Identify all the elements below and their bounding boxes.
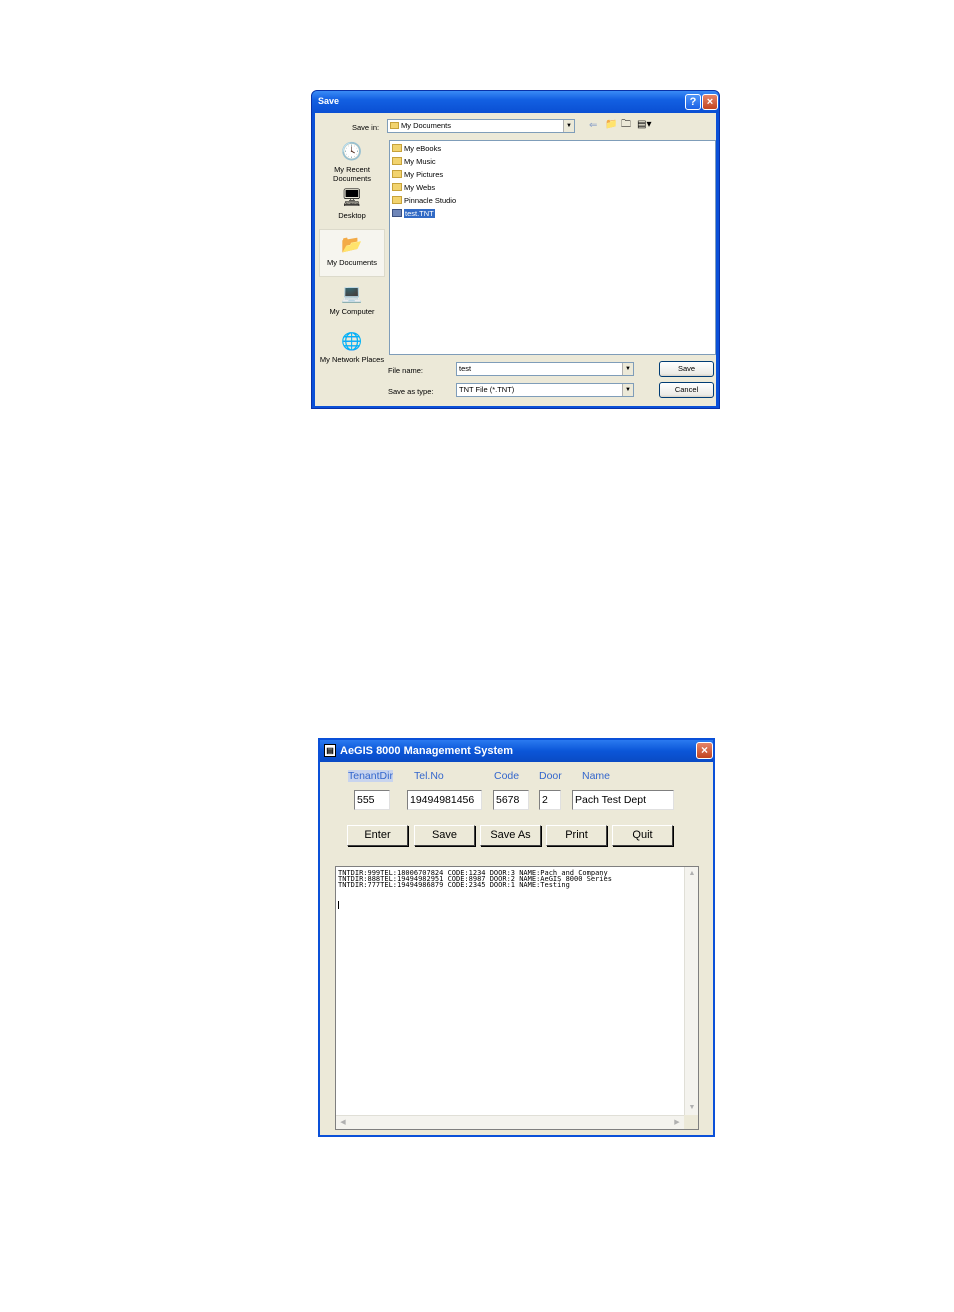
close-icon: × xyxy=(706,96,714,108)
code-input[interactable]: 5678 xyxy=(493,790,529,810)
door-input[interactable]: 2 xyxy=(539,790,561,810)
back-arrow-icon[interactable]: ⇐ xyxy=(589,121,597,131)
folder-icon xyxy=(392,183,402,191)
log-line: TNTDIR:777TEL:19494986879 CODE:2345 DOOR… xyxy=(338,881,570,889)
desktop-icon: 🖥 xyxy=(341,188,363,207)
save-dialog-body: Save in: My Documents ▼ ⇐ 📁 🗀 ▤▾ 🕓 My Re… xyxy=(315,113,716,406)
list-item[interactable]: My eBooks xyxy=(392,143,441,154)
log-textarea[interactable]: TNTDIR:999TEL:18006707824 CODE:1234 DOOR… xyxy=(335,866,699,1130)
folder-icon xyxy=(390,122,399,129)
quit-button[interactable]: Quit xyxy=(612,825,673,846)
list-item[interactable]: My Webs xyxy=(392,182,435,193)
cancel-button[interactable]: Cancel xyxy=(659,382,714,398)
file-icon xyxy=(392,209,402,217)
tenant-dir-input[interactable]: 555 xyxy=(354,790,390,810)
place-my-documents[interactable]: 📂 My Documents xyxy=(319,229,385,277)
list-item[interactable]: Pinnacle Studio xyxy=(392,195,456,206)
close-button[interactable]: × xyxy=(702,94,718,110)
aegis-window: ▤ AeGIS 8000 Management System × TenantD… xyxy=(318,738,715,1137)
recent-documents-icon: 🕓 xyxy=(341,142,363,161)
scroll-right-icon[interactable]: ▶ xyxy=(670,1116,684,1130)
save-dialog-title: Save xyxy=(318,96,340,106)
place-my-network-places[interactable]: 🌐 My Network Places xyxy=(319,331,385,364)
enter-button[interactable]: Enter xyxy=(347,825,408,846)
chevron-down-icon[interactable]: ▼ xyxy=(622,363,633,375)
save-in-label: Save in: xyxy=(352,123,380,132)
save-button[interactable]: Save xyxy=(659,361,714,377)
place-desktop[interactable]: 🖥 Desktop xyxy=(319,187,385,220)
place-label: Desktop xyxy=(338,211,366,220)
file-name-label: File name: xyxy=(388,366,424,375)
save-dialog-titlebar[interactable]: Save ? × xyxy=(312,91,719,113)
file-list[interactable]: My eBooks My Music My Pictures My Webs P… xyxy=(389,140,716,355)
print-button[interactable]: Print xyxy=(546,825,607,846)
list-item[interactable]: My Music xyxy=(392,156,436,167)
places-bar: 🕓 My Recent Documents 🖥 Desktop 📂 My Doc… xyxy=(319,139,385,403)
scroll-down-icon[interactable]: ▼ xyxy=(685,1101,699,1115)
save-as-type-label: Save as type: xyxy=(388,387,434,396)
name-label: Name xyxy=(582,770,611,782)
network-places-icon: 🌐 xyxy=(341,332,363,351)
chevron-down-icon[interactable]: ▼ xyxy=(622,384,633,396)
tel-no-label: Tel.No xyxy=(414,770,444,782)
save-in-dropdown[interactable]: My Documents ▼ xyxy=(387,119,575,133)
vertical-scrollbar[interactable]: ▲ ▼ xyxy=(684,867,698,1115)
folder-icon xyxy=(392,196,402,204)
chevron-down-icon[interactable]: ▼ xyxy=(563,120,574,132)
save-button[interactable]: Save xyxy=(414,825,475,846)
save-as-type-value: TNT File (*.TNT) xyxy=(459,385,515,394)
door-label: Door xyxy=(539,770,562,782)
file-name-input[interactable]: test ▼ xyxy=(456,362,634,376)
place-label: My Computer xyxy=(329,307,375,316)
new-folder-icon[interactable]: 🗀 xyxy=(621,120,631,130)
tel-no-input[interactable]: 19494981456 xyxy=(407,790,482,810)
music-folder-icon xyxy=(392,157,402,165)
scroll-left-icon[interactable]: ◀ xyxy=(336,1116,350,1130)
view-menu-icon[interactable]: ▤▾ xyxy=(637,120,651,130)
my-documents-icon: 📂 xyxy=(341,235,363,254)
place-label: My Recent Documents xyxy=(333,165,371,183)
close-button[interactable]: × xyxy=(696,742,713,759)
pictures-folder-icon xyxy=(392,170,402,178)
scroll-up-icon[interactable]: ▲ xyxy=(685,867,699,881)
help-button[interactable]: ? xyxy=(685,94,701,110)
save-dialog: Save ? × Save in: My Documents ▼ ⇐ 📁 🗀 ▤… xyxy=(311,90,720,409)
list-item[interactable]: My Pictures xyxy=(392,169,443,180)
tenant-dir-label: TenantDir xyxy=(348,770,393,782)
folder-icon xyxy=(392,144,402,152)
text-caret xyxy=(338,901,339,909)
save-as-type-dropdown[interactable]: TNT File (*.TNT) ▼ xyxy=(456,383,634,397)
my-computer-icon: 💻 xyxy=(341,284,363,303)
close-icon: × xyxy=(700,743,708,757)
up-folder-icon[interactable]: 📁 xyxy=(605,120,617,130)
save-in-value: My Documents xyxy=(401,121,452,130)
aegis-title: AeGIS 8000 Management System xyxy=(340,745,514,757)
place-label: My Network Places xyxy=(319,355,385,364)
horizontal-scrollbar[interactable]: ◀ ▶ xyxy=(336,1115,684,1129)
help-icon: ? xyxy=(689,96,697,108)
scroll-corner xyxy=(684,1115,698,1129)
name-input[interactable]: Pach Test Dept xyxy=(572,790,674,810)
save-as-button[interactable]: Save As xyxy=(480,825,541,846)
place-label: My Documents xyxy=(326,258,377,267)
place-my-computer[interactable]: 💻 My Computer xyxy=(319,283,385,316)
app-icon[interactable]: ▤ xyxy=(324,744,336,757)
file-name-value: test xyxy=(459,364,472,373)
code-label: Code xyxy=(494,770,520,782)
place-my-recent-documents[interactable]: 🕓 My Recent Documents xyxy=(319,141,385,183)
list-item[interactable]: test.TNT xyxy=(392,208,435,219)
aegis-titlebar[interactable]: ▤ AeGIS 8000 Management System × xyxy=(320,740,713,762)
